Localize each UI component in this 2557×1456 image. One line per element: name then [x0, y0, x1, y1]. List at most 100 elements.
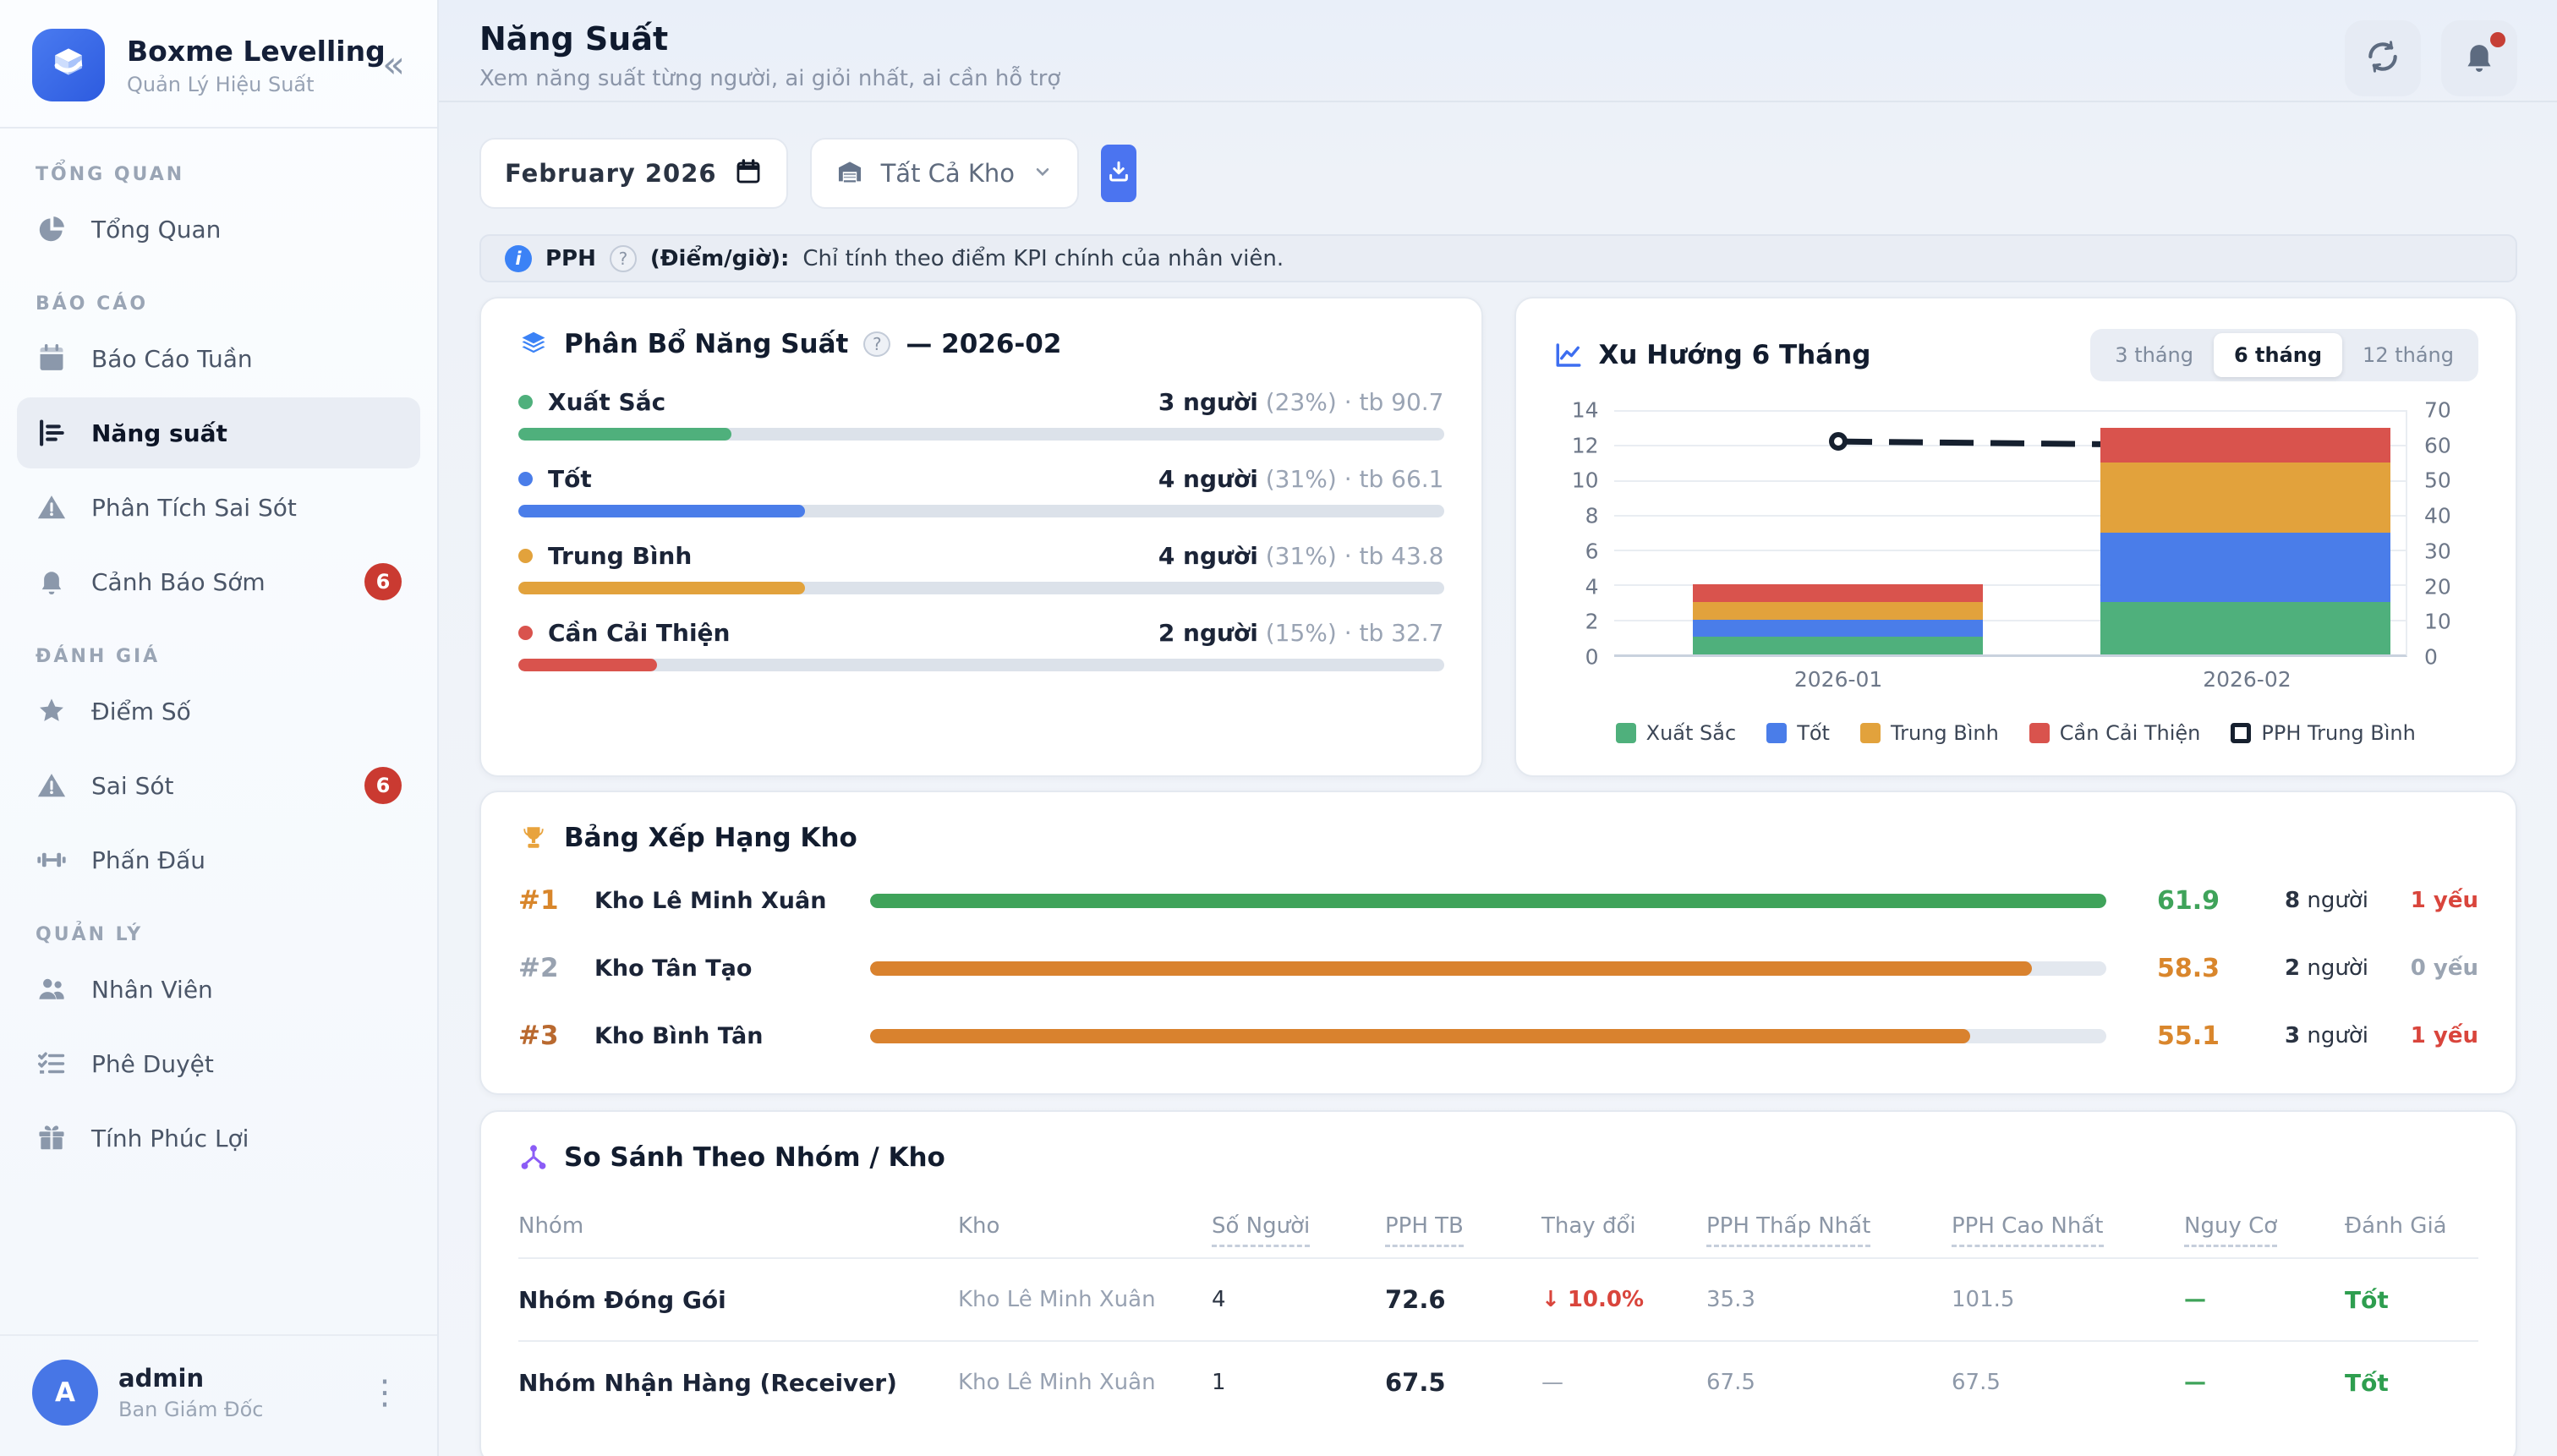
rank-score: 55.1: [2128, 1021, 2220, 1051]
topbar: Năng Suất Xem năng suất từng người, ai g…: [439, 0, 2557, 102]
sidebar-item-năng-suất[interactable]: Năng suất: [17, 397, 420, 468]
group-people: 4: [1212, 1287, 1385, 1312]
people-number: 2: [2285, 955, 2300, 981]
warning-triangle-icon: [36, 769, 68, 802]
column-header-3[interactable]: Số Người: [1212, 1213, 1385, 1239]
group-warehouse: Kho Lê Minh Xuân: [958, 1370, 1212, 1395]
right-axis-tick: 40: [2424, 504, 2451, 528]
warehouse-name: Kho Lê Minh Xuân: [594, 888, 848, 914]
people-count: 8 người: [2242, 888, 2368, 913]
range-option-3-tháng[interactable]: 3 tháng: [2094, 333, 2214, 377]
legend-item: Trung Bình: [1860, 721, 1999, 745]
sidebar-item-điểm-số[interactable]: Điểm Số: [17, 676, 420, 747]
group-rating: Tốt: [2345, 1369, 2478, 1397]
weak-count: 0 yếu: [2390, 955, 2478, 981]
sidebar-item-sai-sót[interactable]: Sai Sót 6: [17, 750, 420, 821]
sidebar-item-cảnh-báo-sớm[interactable]: Cảnh Báo Sớm6: [17, 546, 420, 617]
level-bar-track: [518, 428, 1444, 441]
sidebar-item-label: Năng suất: [91, 419, 227, 447]
help-icon[interactable]: ?: [610, 245, 637, 272]
sidebar-item-tính-phúc-lợi[interactable]: Tính Phúc Lợi: [17, 1103, 420, 1174]
legend-swatch-icon: [2231, 723, 2251, 743]
user-meta: admin Ban Giám Đốc: [118, 1364, 341, 1421]
trend-header: Xu Hướng 6 Tháng 3 tháng6 tháng12 tháng: [1553, 329, 2479, 381]
level-bar-fill: [518, 582, 805, 594]
sidebar-item-label: Cảnh Báo Sớm: [91, 568, 266, 596]
range-option-6-tháng[interactable]: 6 tháng: [2214, 333, 2342, 377]
distribution-row: Cần Cải Thiện2 người (15%) · tb 32.7: [518, 619, 1444, 671]
column-header-7[interactable]: PPH Cao Nhất: [1952, 1213, 2184, 1239]
comparison-table: NhómKhoSố NgườiPPH TBThay đổiPPH Thấp Nh…: [518, 1195, 2478, 1423]
level-percent: (15%): [1266, 619, 1337, 647]
range-option-12-tháng[interactable]: 12 tháng: [2342, 333, 2474, 377]
group-name: Nhóm Nhận Hàng (Receiver): [518, 1369, 958, 1397]
sidebar-nav: TỔNG QUANTổng QuanBÁO CÁOBáo Cáo TuầnNăn…: [0, 129, 437, 1334]
pph-text: Chỉ tính theo điểm KPI chính của nhân vi…: [802, 246, 1284, 271]
sidebar-item-nhân-viên[interactable]: Nhân Viên: [17, 954, 420, 1025]
bar-segment: [1693, 620, 1983, 638]
sidebar-item-phê-duyệt[interactable]: Phê Duyệt: [17, 1028, 420, 1099]
sidebar-item-label: Sai Sót: [91, 772, 174, 800]
rank-bar-track: [870, 1029, 2106, 1043]
level-name: Xuất Sắc: [548, 388, 665, 416]
download-button[interactable]: [1101, 145, 1136, 202]
collapse-sidebar-button[interactable]: «: [379, 43, 408, 87]
trend-title: Xu Hướng 6 Tháng: [1599, 340, 1871, 370]
weak-unit: yếu: [2434, 888, 2478, 913]
right-axis-tick: 0: [2424, 645, 2438, 670]
table-body: Nhóm Đóng GóiKho Lê Minh Xuân472.6↓ 10.0…: [518, 1257, 2478, 1423]
legend-label: Cần Cải Thiện: [2060, 721, 2201, 745]
level-bar-fill: [518, 428, 731, 441]
sidebar-item-phấn-đấu[interactable]: Phấn Đấu: [17, 824, 420, 895]
stacked-bar-2026-02: [2100, 428, 2390, 654]
sidebar-item-label: Phân Tích Sai Sót: [91, 494, 297, 522]
legend-item: PPH Trung Bình: [2231, 721, 2415, 745]
help-icon[interactable]: ?: [863, 331, 890, 357]
refresh-button[interactable]: [2345, 20, 2421, 96]
nav-section-label: TỔNG QUAN: [36, 164, 437, 185]
x-axis-label: 2026-01: [1794, 667, 1882, 692]
weak-number: 1: [2411, 1023, 2426, 1048]
rank-number: #3: [518, 1021, 572, 1051]
brand-text: Boxme Levelling Quản Lý Hiệu Suất: [127, 35, 357, 96]
sidebar: Boxme Levelling Quản Lý Hiệu Suất « TỔNG…: [0, 0, 439, 1456]
ranking-card: Bảng Xếp Hạng Kho #1Kho Lê Minh Xuân61.9…: [479, 791, 2517, 1095]
ranking-row: #2Kho Tân Tạo58.32 người0 yếu: [518, 953, 2478, 983]
column-header-4[interactable]: PPH TB: [1385, 1213, 1541, 1239]
star-icon: [36, 695, 68, 727]
level-name: Cần Cải Thiện: [548, 619, 730, 647]
distribution-label-line: Tốt4 người (31%) · tb 66.1: [518, 465, 1444, 493]
warehouse-filter[interactable]: Tất Cả Kho: [810, 138, 1079, 209]
user-name: admin: [118, 1364, 341, 1393]
avatar: A: [32, 1360, 98, 1426]
distribution-label-line: Trung Bình4 người (31%) · tb 43.8: [518, 542, 1444, 570]
sidebar-item-phân-tích-sai-sót[interactable]: Phân Tích Sai Sót: [17, 472, 420, 543]
ranking-row: #3Kho Bình Tân55.13 người1 yếu: [518, 1021, 2478, 1051]
download-icon: [1106, 159, 1131, 188]
user-menu-icon[interactable]: ⋮: [361, 1373, 408, 1412]
level-bar-fill: [518, 659, 657, 671]
level-bar-fill: [518, 505, 805, 517]
sidebar-item-báo-cáo-tuần[interactable]: Báo Cáo Tuần: [17, 323, 420, 394]
right-axis-tick: 30: [2424, 539, 2451, 563]
column-header-8[interactable]: Nguy Cơ: [2184, 1213, 2345, 1239]
sidebar-item-label: Phấn Đấu: [91, 846, 205, 874]
stacked-bar-2026-01: [1693, 584, 1983, 654]
legend-label: Trung Bình: [1891, 721, 1999, 745]
level-count: 4 người: [1158, 465, 1258, 493]
warehouse-name: Kho Bình Tân: [594, 1023, 848, 1049]
people-unit: người: [2307, 888, 2368, 913]
bar-segment: [2100, 463, 2390, 533]
distribution-label-line: Xuất Sắc 3 người (23%) · tb 90.7: [518, 388, 1444, 416]
people-number: 8: [2285, 888, 2300, 913]
legend-swatch-icon: [1766, 723, 1787, 743]
sidebar-item-tổng-quan[interactable]: Tổng Quan: [17, 194, 420, 265]
cards-row: Phân Bổ Năng Suất ? — 2026-02 Xuất Sắc3 …: [479, 297, 2517, 777]
group-risk: —: [2184, 1287, 2345, 1312]
weak-count: 1 yếu: [2390, 1023, 2478, 1048]
alert-count-badge: 6: [364, 767, 402, 804]
notifications-button[interactable]: [2441, 20, 2517, 96]
column-header-6[interactable]: PPH Thấp Nhất: [1706, 1213, 1952, 1239]
month-picker[interactable]: February 2026: [479, 138, 788, 209]
level-stats: 3 người (23%) · tb 90.7: [1158, 388, 1444, 416]
